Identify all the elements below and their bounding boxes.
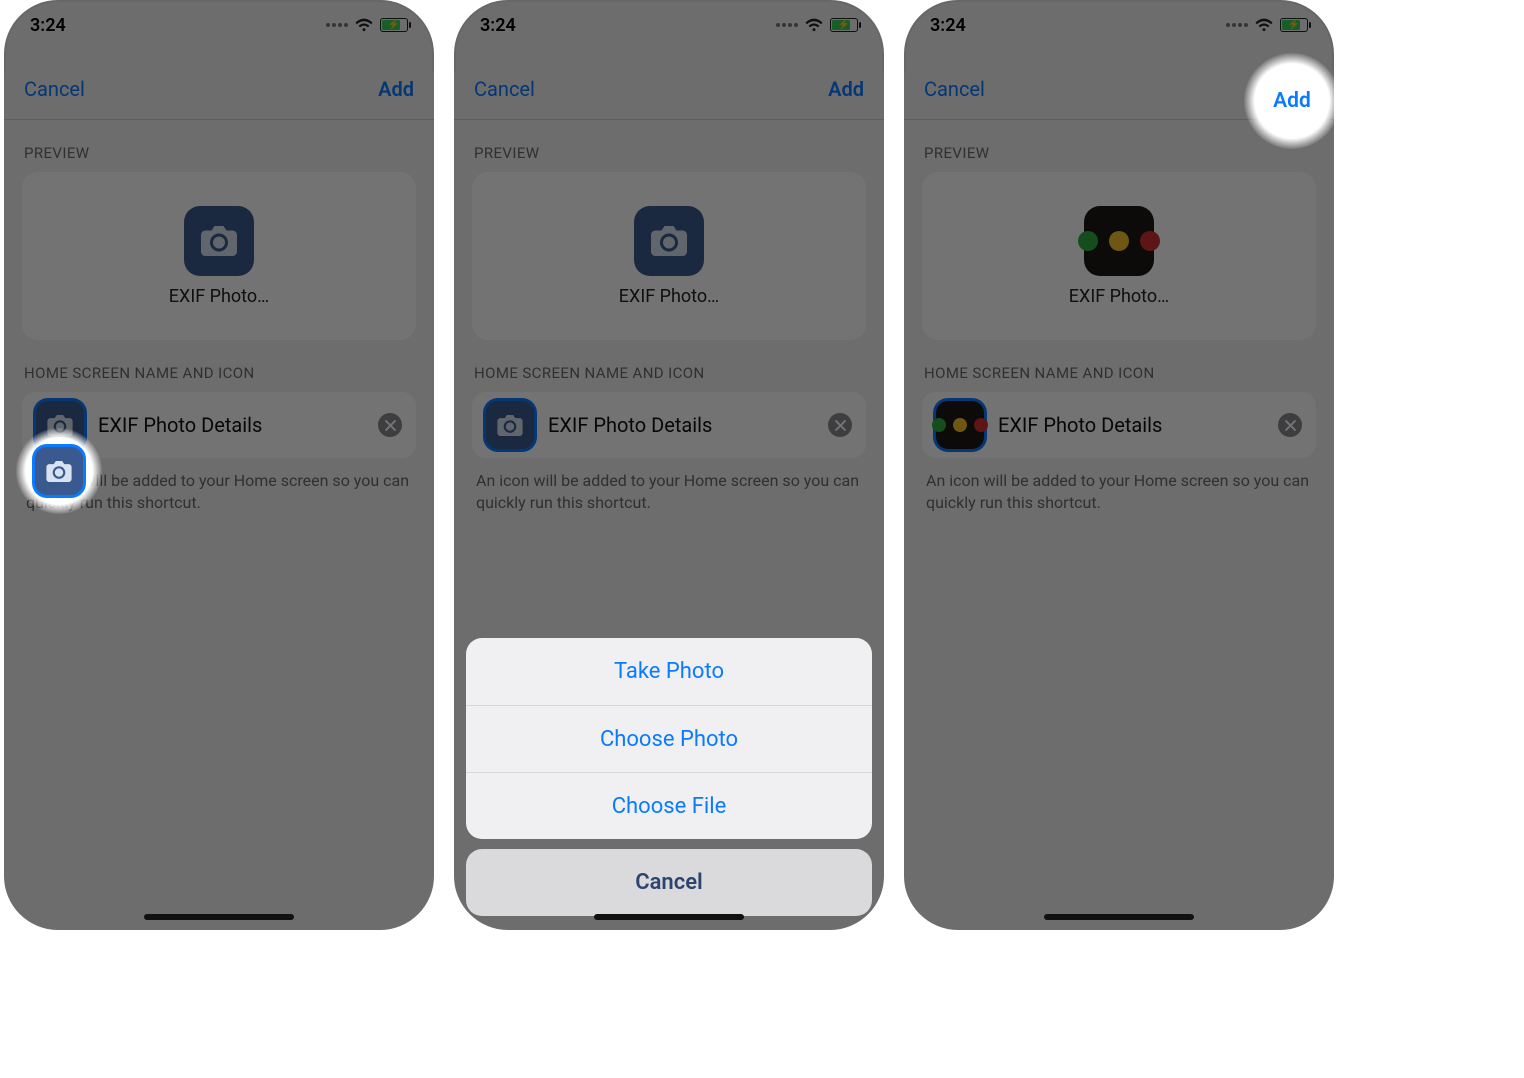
status-bar: 3:24 ⚡ [454, 0, 884, 50]
battery-icon: ⚡ [380, 18, 408, 32]
clear-name-button[interactable] [828, 413, 852, 437]
wifi-icon [1254, 18, 1274, 32]
wifi-icon [354, 18, 374, 32]
preview-app-label: EXIF Photo… [1069, 286, 1169, 307]
sheet-navbar: Cancel Add [904, 58, 1334, 120]
shortcut-name-input[interactable]: EXIF Photo Details [98, 413, 364, 437]
home-indicator[interactable] [594, 914, 744, 920]
action-sheet-cancel-button[interactable]: Cancel [466, 849, 872, 916]
cancel-button[interactable]: Cancel [24, 77, 85, 101]
sheet-navbar: Cancel Add [454, 58, 884, 120]
icon-picker-button[interactable] [936, 401, 984, 449]
dot-green-icon [1078, 231, 1098, 251]
phone-screenshot-1: 3:24 ⚡ Cancel Add PREVIEW [4, 0, 434, 930]
status-bar: 3:24 ⚡ [904, 0, 1334, 50]
preview-app-icon [184, 206, 254, 276]
name-and-icon-row: EXIF Photo Details [472, 392, 866, 458]
dot-yellow-icon [1109, 231, 1129, 251]
phone-screenshot-3: 3:24 ⚡ Cancel Add PREVIEW [904, 0, 1334, 930]
helper-text: An icon will be added to your Home scree… [4, 458, 434, 513]
cancel-button[interactable]: Cancel [924, 77, 985, 101]
status-right: ⚡ [326, 18, 408, 32]
cellular-dots-icon [776, 23, 798, 27]
preview-app-label: EXIF Photo… [619, 286, 719, 307]
add-button[interactable]: Add [828, 77, 864, 101]
dot-green-icon [932, 418, 946, 432]
add-button[interactable]: Add [1278, 77, 1314, 101]
sheet-navbar: Cancel Add [4, 58, 434, 120]
name-and-icon-row: EXIF Photo Details [22, 392, 416, 458]
preview-app-icon [1084, 206, 1154, 276]
preview-section-label: PREVIEW [454, 120, 884, 172]
shortcut-name-input[interactable]: EXIF Photo Details [998, 413, 1264, 437]
status-right: ⚡ [1226, 18, 1308, 32]
preview-card: EXIF Photo… [922, 172, 1316, 340]
battery-icon: ⚡ [1280, 18, 1308, 32]
status-time: 3:24 [480, 15, 516, 36]
action-sheet-options: Take Photo Choose Photo Choose File [466, 638, 872, 839]
status-time: 3:24 [930, 15, 966, 36]
shortcut-name-input[interactable]: EXIF Photo Details [548, 413, 814, 437]
helper-text: An icon will be added to your Home scree… [904, 458, 1334, 513]
name-and-icon-row: EXIF Photo Details [922, 392, 1316, 458]
cancel-button[interactable]: Cancel [474, 77, 535, 101]
tutorial-three-panels: 3:24 ⚡ Cancel Add PREVIEW [0, 0, 1524, 1078]
preview-card: EXIF Photo… [22, 172, 416, 340]
home-indicator[interactable] [1044, 914, 1194, 920]
add-to-home-sheet: Cancel Add PREVIEW EXIF Photo… HOME SCRE… [4, 58, 434, 930]
preview-app-icon [634, 206, 704, 276]
dot-red-icon [974, 418, 988, 432]
dot-yellow-icon [953, 418, 967, 432]
wifi-icon [804, 18, 824, 32]
status-bar: 3:24 ⚡ [4, 0, 434, 50]
status-right: ⚡ [776, 18, 858, 32]
home-name-icon-label: HOME SCREEN NAME AND ICON [4, 340, 434, 392]
clear-name-button[interactable] [1278, 413, 1302, 437]
helper-text: An icon will be added to your Home scree… [454, 458, 884, 513]
add-button[interactable]: Add [378, 77, 414, 101]
icon-picker-button[interactable] [36, 401, 84, 449]
preview-card: EXIF Photo… [472, 172, 866, 340]
home-indicator[interactable] [144, 914, 294, 920]
preview-section-label: PREVIEW [904, 120, 1334, 172]
choose-file-option[interactable]: Choose File [466, 772, 872, 839]
battery-icon: ⚡ [830, 18, 858, 32]
phone-screenshot-2: 3:24 ⚡ Cancel Add PREVIEW [454, 0, 884, 930]
icon-source-action-sheet: Take Photo Choose Photo Choose File Canc… [466, 638, 872, 916]
choose-photo-option[interactable]: Choose Photo [466, 705, 872, 772]
icon-picker-button[interactable] [486, 401, 534, 449]
dot-red-icon [1140, 231, 1160, 251]
take-photo-option[interactable]: Take Photo [466, 638, 872, 705]
home-name-icon-label: HOME SCREEN NAME AND ICON [454, 340, 884, 392]
status-time: 3:24 [30, 15, 66, 36]
cellular-dots-icon [326, 23, 348, 27]
clear-name-button[interactable] [378, 413, 402, 437]
home-name-icon-label: HOME SCREEN NAME AND ICON [904, 340, 1334, 392]
cellular-dots-icon [1226, 23, 1248, 27]
preview-section-label: PREVIEW [4, 120, 434, 172]
add-to-home-sheet: Cancel Add PREVIEW EXIF Photo… HOME SCRE… [904, 58, 1334, 930]
preview-app-label: EXIF Photo… [169, 286, 269, 307]
